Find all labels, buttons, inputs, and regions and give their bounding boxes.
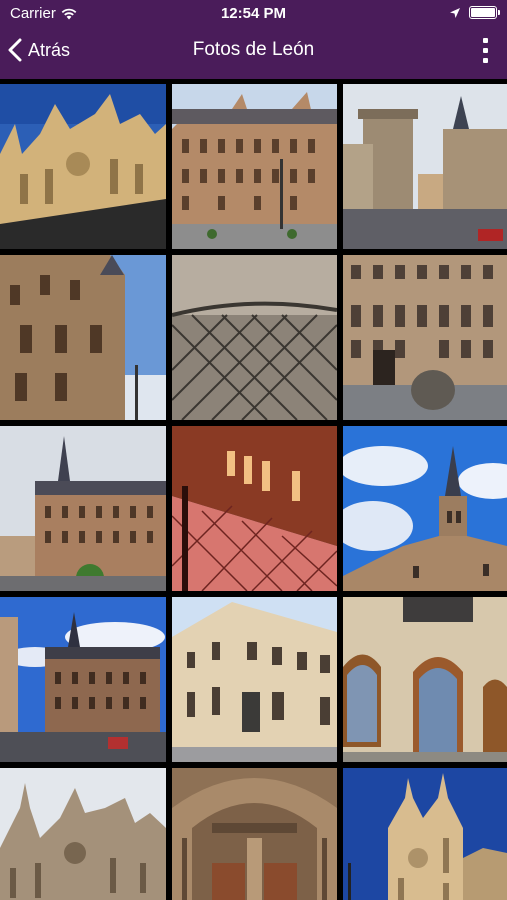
photo-thumbnail[interactable] bbox=[343, 597, 507, 762]
more-dot bbox=[482, 37, 488, 43]
botines-spire-cloudy-photo-image bbox=[0, 426, 166, 591]
photo-thumbnail[interactable] bbox=[0, 768, 166, 900]
status-time: 12:54 PM bbox=[220, 5, 287, 22]
metal-grille-photo-image bbox=[172, 255, 337, 420]
photo-thumbnail[interactable] bbox=[172, 597, 337, 762]
cathedral-silhouette-photo-image bbox=[0, 768, 166, 900]
location-arrow-icon bbox=[450, 7, 460, 18]
photo-thumbnail[interactable] bbox=[172, 84, 337, 249]
photo-thumbnail[interactable] bbox=[0, 255, 166, 420]
photo-thumbnail[interactable] bbox=[0, 426, 166, 591]
battery-level bbox=[471, 8, 495, 17]
photo-thumbnail[interactable] bbox=[0, 84, 166, 249]
photo-thumbnail[interactable] bbox=[343, 255, 507, 420]
photo-thumbnail[interactable] bbox=[0, 597, 166, 762]
botines-blue-sky-street-photo-image bbox=[0, 597, 166, 762]
navigation-bar: Atrás Fotos de León bbox=[0, 28, 507, 73]
photo-thumbnail[interactable] bbox=[172, 255, 337, 420]
more-dot bbox=[482, 57, 488, 63]
top-bar: Carrier 12:54 PM Atrás Fotos de León bbox=[0, 0, 507, 79]
cathedral-tower-photo-image bbox=[343, 768, 507, 900]
casa-botines-front-photo-image bbox=[343, 255, 507, 420]
corner-building-photo-image bbox=[172, 597, 337, 762]
stone-towers-photo-image bbox=[343, 84, 507, 249]
photo-thumbnail[interactable] bbox=[343, 84, 507, 249]
photo-thumbnail[interactable] bbox=[343, 426, 507, 591]
spire-blue-sky-photo-image bbox=[343, 426, 507, 591]
cathedral-portal-photo-image bbox=[172, 768, 337, 900]
status-right bbox=[449, 6, 500, 19]
page-title: Fotos de León bbox=[192, 39, 315, 60]
status-bar: Carrier 12:54 PM bbox=[0, 0, 507, 28]
cathedral-photo-image bbox=[0, 84, 166, 249]
stone-turret-photo-image bbox=[0, 255, 166, 420]
battery-icon bbox=[469, 6, 500, 19]
arched-windows-photo-image bbox=[343, 597, 507, 762]
red-night-facade-photo-image bbox=[172, 426, 337, 591]
photo-thumbnail[interactable] bbox=[172, 768, 337, 900]
more-options-button[interactable] bbox=[475, 34, 495, 66]
photo-thumbnail[interactable] bbox=[343, 768, 507, 900]
photo-grid bbox=[0, 84, 507, 900]
photo-thumbnail[interactable] bbox=[172, 426, 337, 591]
casa-botines-photo-image bbox=[172, 84, 337, 249]
more-dot bbox=[482, 47, 488, 53]
